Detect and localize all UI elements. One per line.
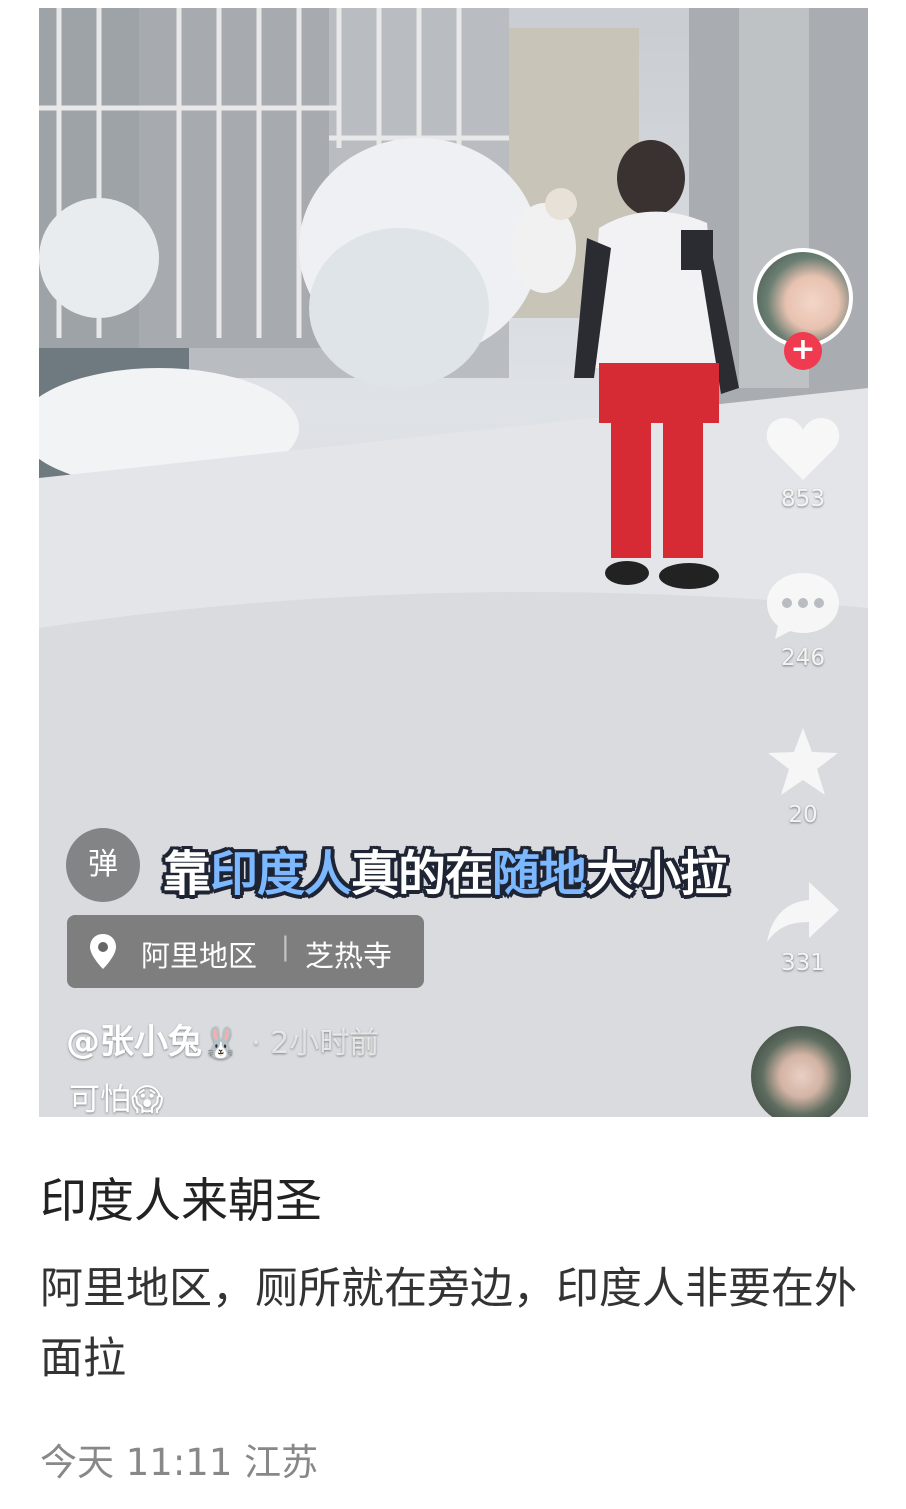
comment-count: 246 bbox=[781, 645, 825, 671]
author-emoji: 🐰 bbox=[202, 1026, 240, 1061]
caption-segment: 真的在 bbox=[351, 846, 493, 902]
post-title: 印度人来朝圣 bbox=[40, 1174, 322, 1229]
comment-icon bbox=[767, 573, 839, 639]
video-player[interactable]: + 853 246 20 331 弹 靠印度人真的在随地大小拉 阿里地区 | 芝… bbox=[39, 8, 868, 1117]
location-separator: | bbox=[281, 932, 290, 962]
post-body: 阿里地区，厕所就在旁边，印度人非要在外面拉 bbox=[40, 1264, 857, 1384]
danmu-toggle-button[interactable]: 弹 bbox=[66, 828, 140, 902]
share-button[interactable]: 331 bbox=[765, 880, 841, 976]
author-avatar[interactable]: + bbox=[753, 248, 853, 370]
caption-segment: 随地 bbox=[492, 846, 587, 902]
post-meta: 今天 11:11 江苏 bbox=[40, 1441, 319, 1484]
share-count: 331 bbox=[781, 950, 825, 976]
location-region: 阿里地区 bbox=[141, 939, 258, 973]
caption-segment: 大小拉 bbox=[586, 846, 728, 902]
video-description: 可怕😱 bbox=[69, 1074, 163, 1117]
share-icon bbox=[767, 882, 839, 942]
location-place: 芝热寺 bbox=[305, 939, 393, 973]
video-caption: 靠印度人真的在随地大小拉 bbox=[163, 834, 728, 904]
follow-plus-icon[interactable]: + bbox=[784, 332, 822, 370]
caption-segment: 印度人 bbox=[210, 846, 352, 902]
location-chip[interactable]: 阿里地区 | 芝热寺 bbox=[67, 915, 424, 988]
description-emoji: 😱 bbox=[131, 1082, 164, 1117]
favorite-count: 20 bbox=[788, 802, 818, 828]
description-text: 可怕 bbox=[69, 1082, 131, 1117]
like-button[interactable]: 853 bbox=[765, 416, 841, 512]
location-pin-icon bbox=[90, 934, 116, 969]
like-count: 853 bbox=[781, 486, 825, 512]
author-line[interactable]: @张小兔🐰 · 2小时前 bbox=[66, 1014, 379, 1063]
author-handle[interactable]: @张小兔 bbox=[66, 1022, 202, 1062]
caption-segment: 靠 bbox=[163, 846, 211, 902]
star-icon bbox=[768, 728, 838, 795]
post-time-ago: · 2小时前 bbox=[251, 1026, 380, 1061]
music-disc[interactable] bbox=[751, 1026, 851, 1117]
favorite-button[interactable]: 20 bbox=[765, 726, 841, 828]
comment-button[interactable]: 246 bbox=[765, 571, 841, 671]
heart-icon bbox=[766, 418, 840, 480]
